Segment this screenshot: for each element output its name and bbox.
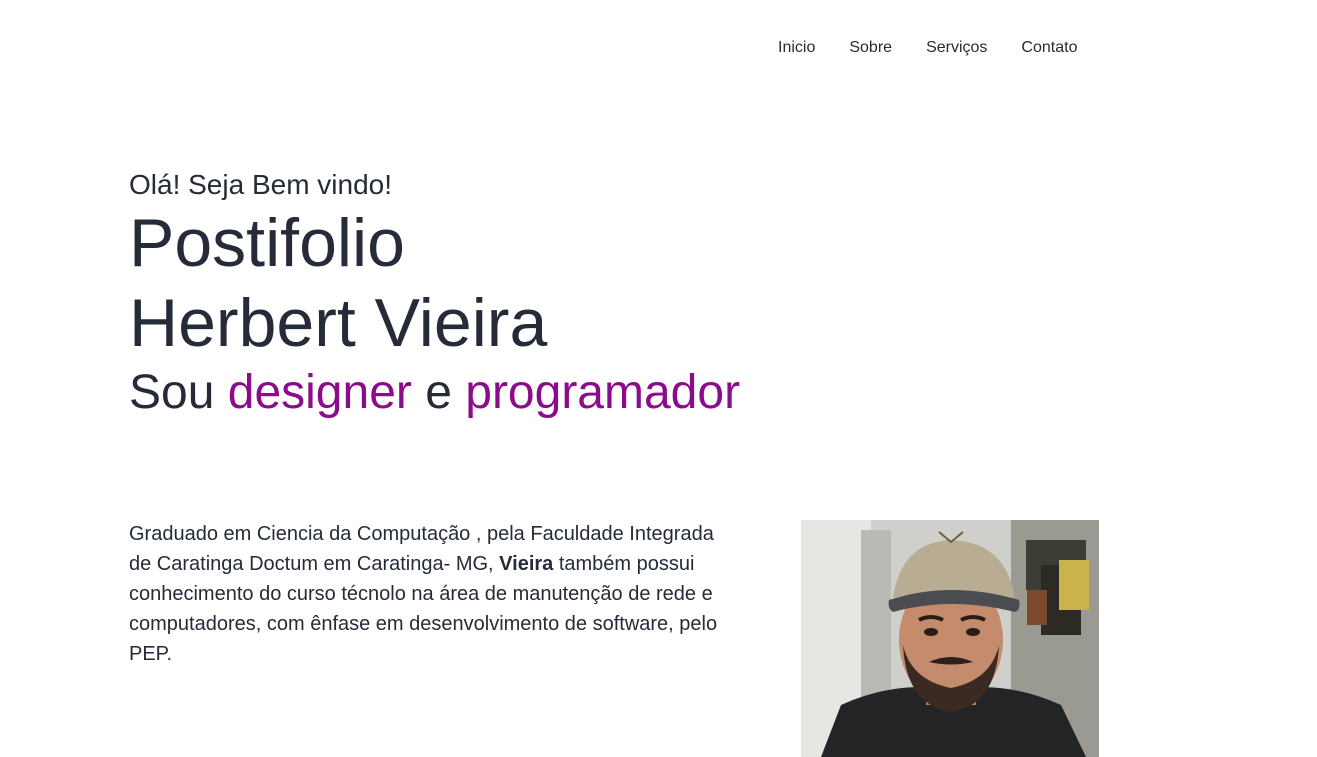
hero-section: Olá! Seja Bem vindo! Postifolio Herbert … [129,168,829,421]
page-title: Postifolio Herbert Vieira [129,203,829,363]
nav-link-sobre[interactable]: Sobre [849,38,892,58]
subtitle-programador: programador [465,366,741,419]
title-line-portfolio: Postifolio [129,205,405,281]
page: Inicio Sobre Serviços Contato Olá! Seja … [0,0,1317,757]
about-bold-name: Vieira [499,553,554,575]
greeting-text: Olá! Seja Bem vindo! [129,169,393,200]
nav-link-contato[interactable]: Contato [1021,38,1077,58]
hero-subtitle: Sou designer e programador [129,365,829,421]
subtitle-designer: designer [227,366,412,419]
title-line-name: Herbert Vieira [129,285,548,361]
nav-link-servicos[interactable]: Serviços [926,38,987,58]
main-nav: Inicio Sobre Serviços Contato [778,38,1077,58]
profile-photo [801,520,1099,757]
nav-link-inicio[interactable]: Inicio [778,38,815,58]
about-paragraph: Graduado em Ciencia da Computação , pela… [129,519,719,669]
subtitle-middle: e [411,366,466,419]
subtitle-prefix: Sou [129,366,228,419]
